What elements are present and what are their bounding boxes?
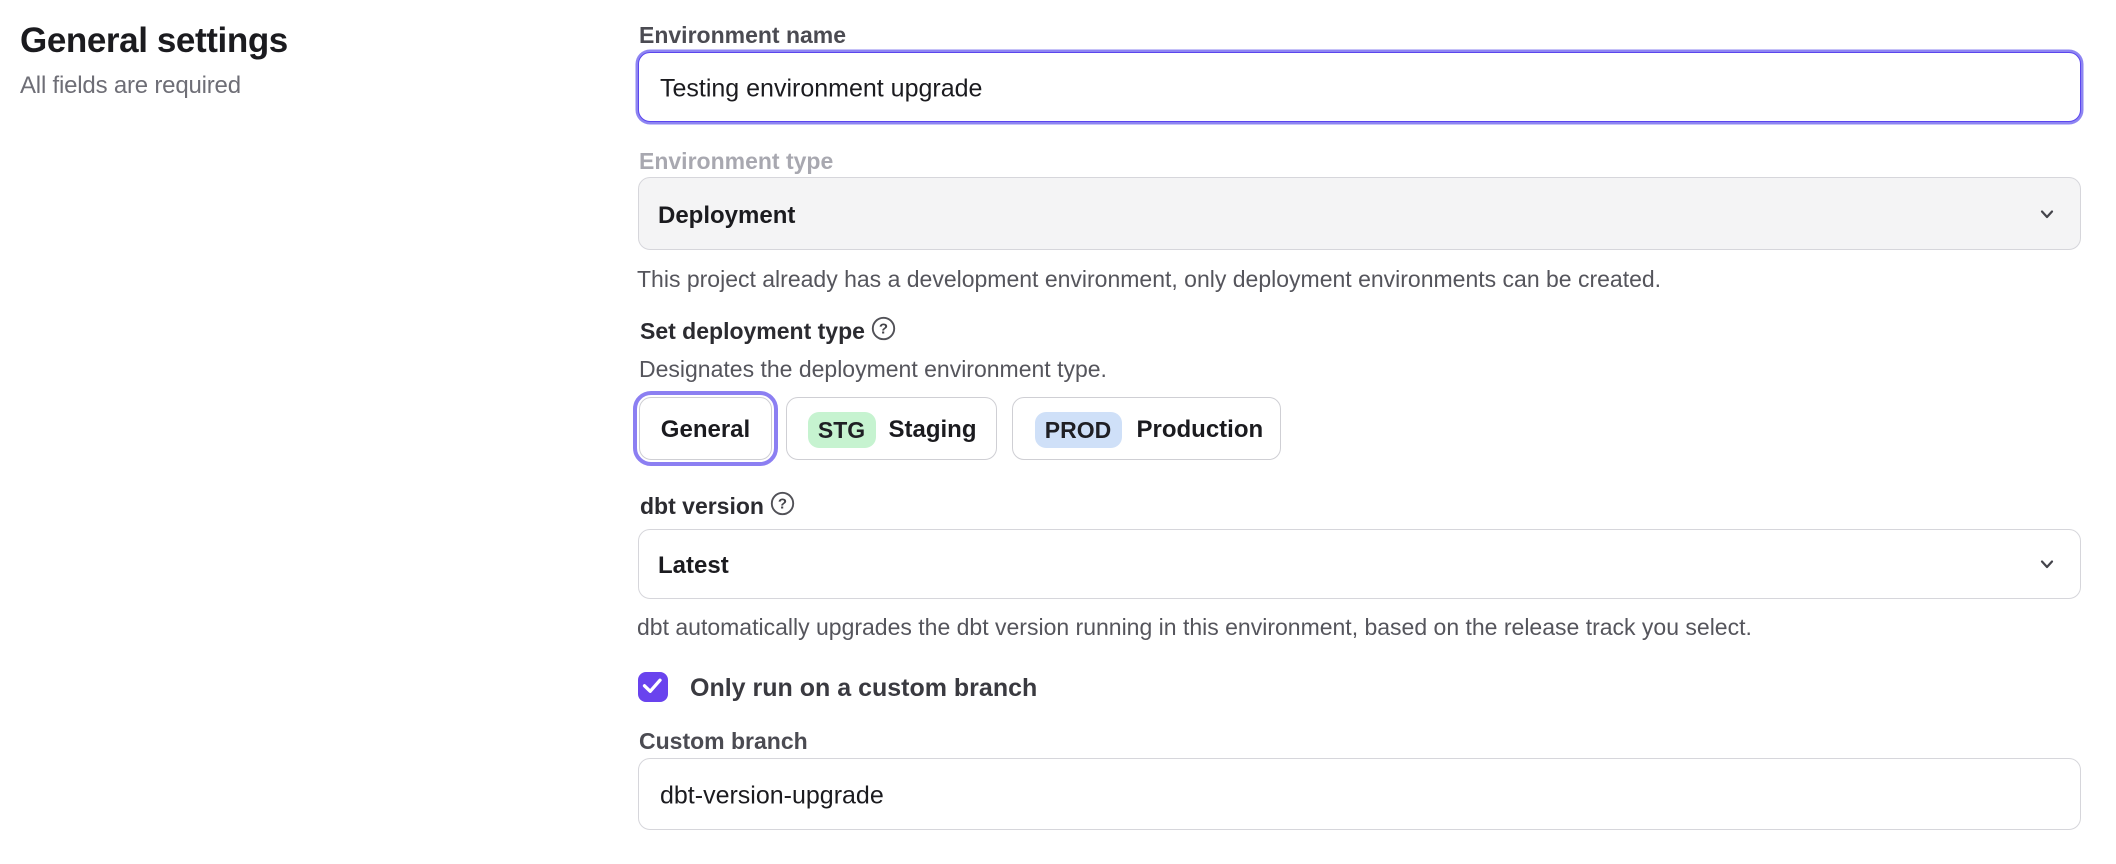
svg-text:?: ? <box>879 321 888 338</box>
svg-text:?: ? <box>778 496 787 513</box>
